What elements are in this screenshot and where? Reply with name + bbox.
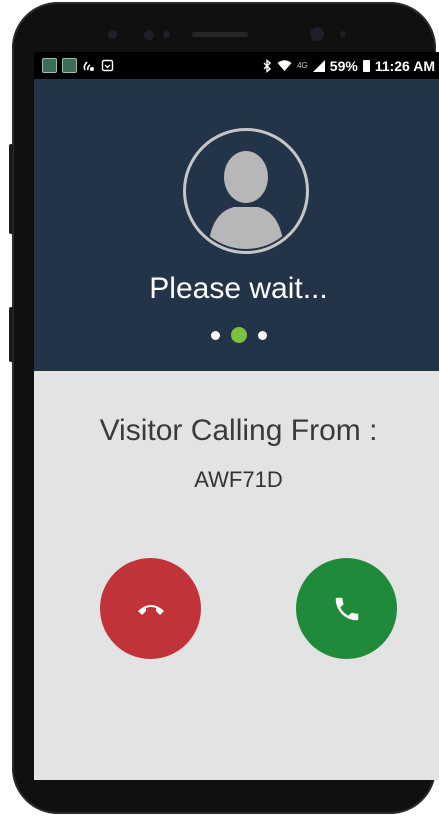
decline-call-button[interactable] <box>100 558 201 659</box>
wifi-icon <box>277 60 292 71</box>
progress-dots <box>34 327 439 343</box>
status-message: Please wait... <box>149 272 328 305</box>
wifi-calling-icon <box>83 60 94 71</box>
signal-icon <box>312 59 325 72</box>
progress-dot <box>210 330 220 340</box>
phone-screen: 4G 59% 11:26 AM Please wait... Visitor C… <box>34 52 439 780</box>
phone-icon <box>335 597 358 620</box>
caller-header-panel: Please wait... <box>34 79 439 371</box>
hang-up-icon <box>137 604 164 615</box>
screenshot-icon <box>101 59 114 72</box>
sensor-dot <box>163 31 170 38</box>
bottom-bezel <box>12 778 436 814</box>
lte-icon: 4G <box>297 61 308 70</box>
battery-icon <box>362 59 370 72</box>
status-bar-left <box>42 58 114 73</box>
side-volume-button <box>9 144 13 234</box>
avatar <box>183 128 309 254</box>
person-silhouette-icon <box>208 151 284 249</box>
iris-scanner <box>144 30 154 40</box>
proximity-sensor <box>108 30 117 39</box>
progress-dot <box>257 330 267 340</box>
status-time: 11:26 AM <box>374 57 435 74</box>
accept-call-button[interactable] <box>296 558 397 659</box>
app-notification-icon <box>42 58 57 73</box>
camera-dot <box>340 31 346 37</box>
status-bar-right: 4G 59% 11:26 AM <box>263 58 435 74</box>
side-bixby-button <box>9 307 13 362</box>
visitor-id: AWF71D <box>194 467 283 492</box>
top-bezel <box>12 2 436 52</box>
progress-dot-active <box>230 327 247 343</box>
battery-percent: 59% <box>329 57 358 74</box>
calling-label: Visitor Calling From : <box>99 414 378 447</box>
status-bar: 4G 59% 11:26 AM <box>34 52 439 79</box>
earpiece-speaker <box>192 32 248 37</box>
bluetooth-icon <box>263 58 272 73</box>
app-notification-icon <box>62 58 77 73</box>
phone-frame: 4G 59% 11:26 AM Please wait... Visitor C… <box>9 2 439 814</box>
front-camera <box>310 27 324 41</box>
